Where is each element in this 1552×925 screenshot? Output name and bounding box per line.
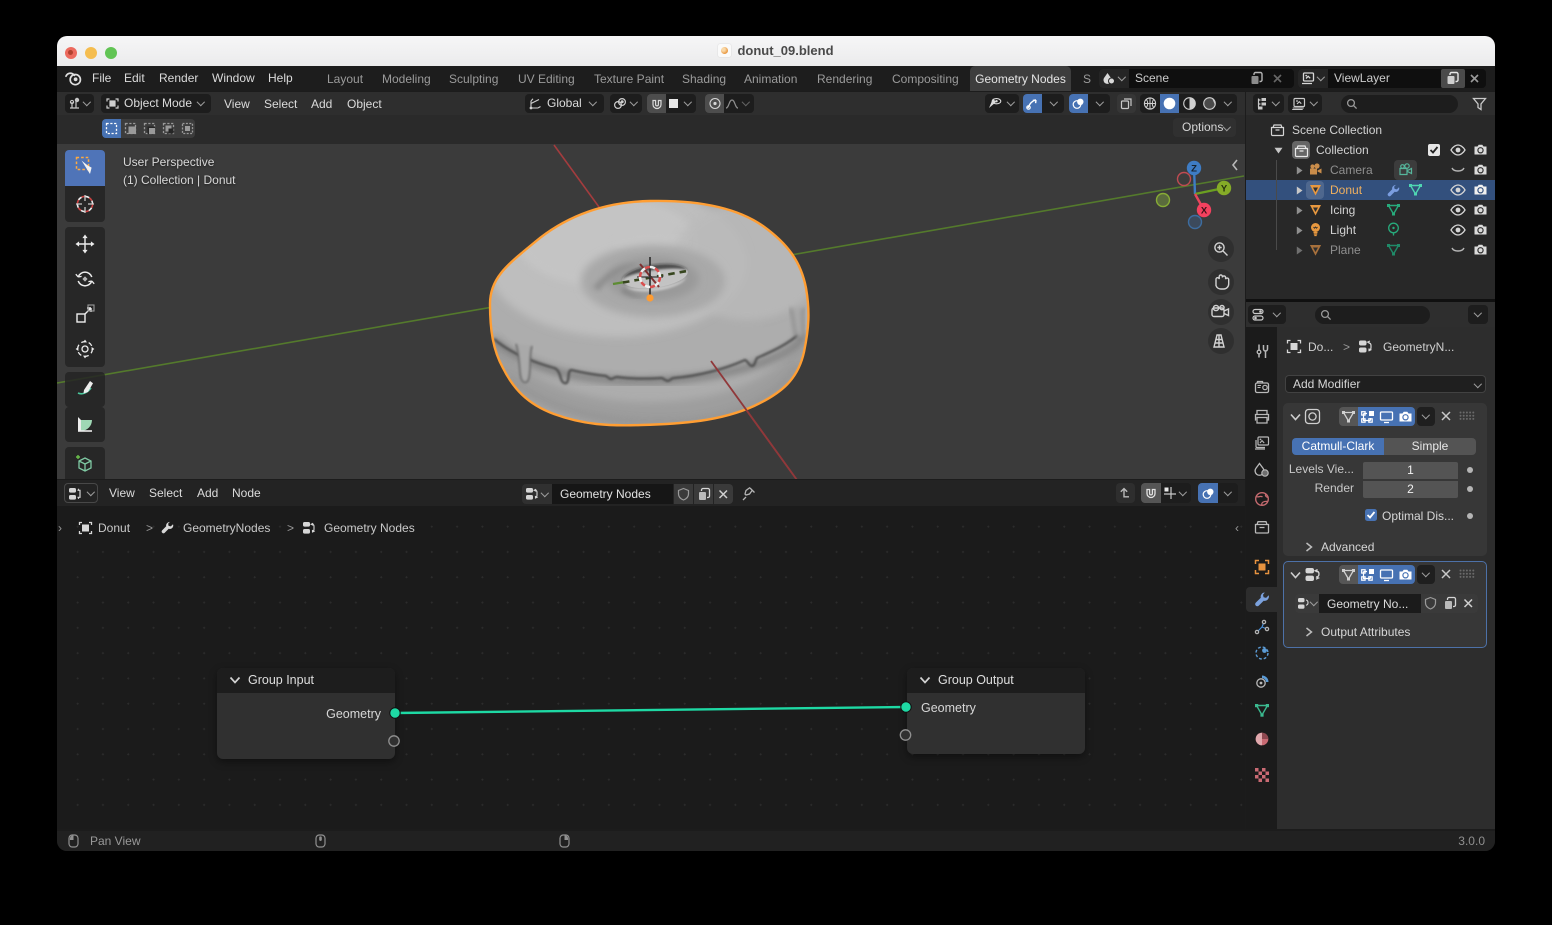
svg-text:Y: Y [1221, 184, 1228, 195]
svg-text:Z: Z [1191, 164, 1197, 175]
svg-text:X: X [1201, 206, 1208, 217]
